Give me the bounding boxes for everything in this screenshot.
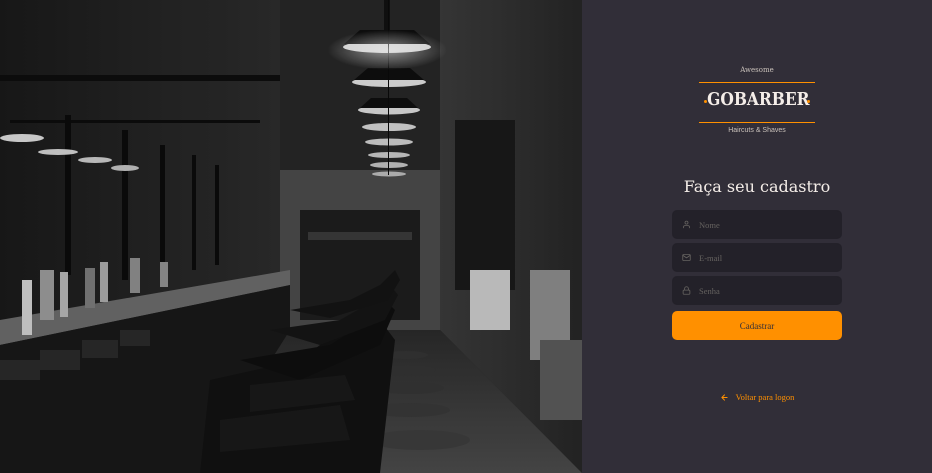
arrow-left-icon [720, 393, 729, 402]
lock-icon [682, 286, 691, 295]
email-input[interactable] [699, 244, 841, 271]
name-field[interactable] [672, 210, 842, 239]
password-field[interactable] [672, 276, 842, 305]
mail-icon [682, 253, 691, 262]
signup-panel: Awesome GOBARBER Haircuts & Shaves Faça … [582, 0, 932, 473]
gobarber-logo: Awesome GOBARBER Haircuts & Shaves [699, 66, 815, 140]
back-to-logon-link[interactable]: Voltar para logon [672, 391, 842, 403]
user-icon [682, 220, 691, 229]
logo-brand: GOBARBER [707, 89, 810, 110]
logo-dot-right [807, 100, 810, 103]
background-photo [0, 0, 582, 473]
logo-rule-top [699, 82, 815, 83]
name-input[interactable] [699, 211, 841, 238]
email-field[interactable] [672, 243, 842, 272]
form-title: Faça seu cadastro [683, 177, 831, 196]
logo-top-text: Awesome [740, 66, 774, 74]
logo-rule-bottom [699, 122, 815, 123]
logo-bottom-text: Haircuts & Shaves [728, 127, 786, 134]
barbershop-photo [0, 0, 582, 473]
signup-button[interactable]: Cadastrar [672, 311, 842, 340]
back-link-label: Voltar para logon [735, 392, 795, 402]
password-input[interactable] [699, 277, 841, 304]
